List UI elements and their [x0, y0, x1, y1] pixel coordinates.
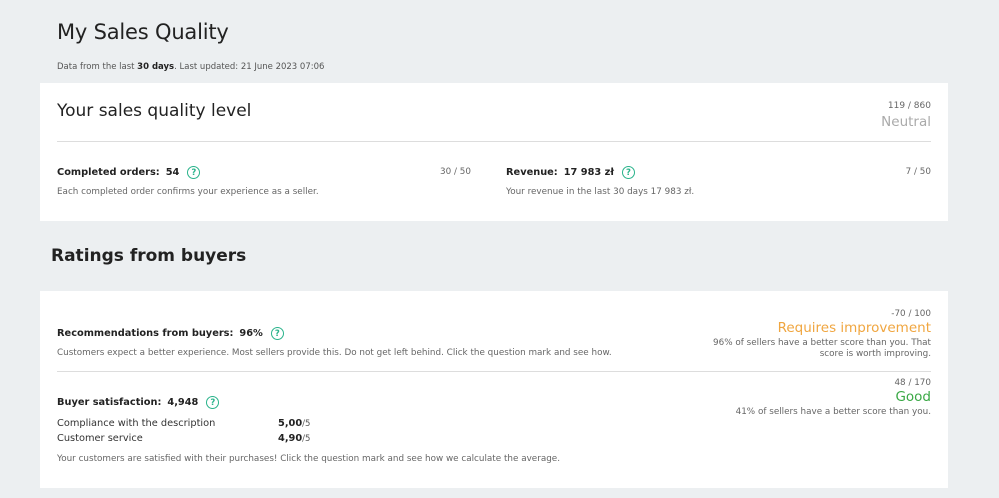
revenue-score: 7 / 50 [905, 167, 931, 177]
buyer-satisfaction-status: 48 / 170 Good 41% of sellers have a bett… [736, 378, 931, 418]
help-icon[interactable]: ? [206, 396, 220, 409]
buyer-satisfaction-description: Your customers are satisfied with their … [57, 454, 561, 464]
buyer-satisfaction-title: Buyer satisfaction: 4,948 ? [57, 396, 220, 409]
buyer-satisfaction-score: 48 / 170 [894, 378, 931, 388]
revenue-value: 17 983 zł [563, 167, 614, 178]
ratings-section-heading: Ratings from buyers [51, 246, 247, 266]
data-range-days: 30 days [137, 62, 175, 72]
recommendations-status-label: Requires improvement [777, 320, 931, 336]
completed-orders-title: Completed orders: 54 ? [57, 166, 201, 179]
sales-quality-level-card: Your sales quality level 119 / 860 Neutr… [40, 83, 948, 221]
divider [57, 371, 931, 372]
buyer-satisfaction-value: 4,948 [167, 397, 199, 408]
recommendations-description: Customers expect a better experience. Mo… [57, 348, 612, 358]
divider [57, 141, 931, 142]
satisfaction-row-compliance: Compliance with the description 5,00/5 [57, 418, 311, 429]
level-label: Neutral [881, 114, 931, 130]
ratings-card: Recommendations from buyers: 96% ? Custo… [40, 291, 948, 488]
recommendations-value: 96% [239, 328, 263, 339]
satisfaction-row-customer-service: Customer service 4,90/5 [57, 433, 311, 444]
data-range-note: Data from the last 30 days. Last updated… [57, 62, 325, 72]
completed-orders-description: Each completed order confirms your exper… [57, 187, 319, 197]
buyer-satisfaction-note: 41% of sellers have a better score than … [735, 407, 931, 417]
page-title: My Sales Quality [57, 20, 229, 44]
completed-orders-value: 54 [165, 167, 180, 178]
help-icon[interactable]: ? [270, 327, 284, 340]
level-score: 119 / 860 [887, 101, 931, 111]
level-card-heading: Your sales quality level [57, 101, 252, 121]
recommendations-score: -70 / 100 [891, 309, 931, 319]
recommendations-status: -70 / 100 Requires improvement 96% of se… [713, 309, 931, 360]
revenue-description: Your revenue in the last 30 days 17 983 … [506, 187, 695, 197]
recommendations-title: Recommendations from buyers: 96% ? [57, 327, 284, 340]
completed-orders-score: 30 / 50 [440, 167, 471, 177]
revenue-title: Revenue: 17 983 zł ? [506, 166, 635, 179]
help-icon[interactable]: ? [187, 166, 201, 179]
help-icon[interactable]: ? [621, 166, 635, 179]
buyer-satisfaction-status-label: Good [895, 389, 931, 405]
recommendations-note: 96% of sellers have a better score than … [713, 338, 931, 359]
